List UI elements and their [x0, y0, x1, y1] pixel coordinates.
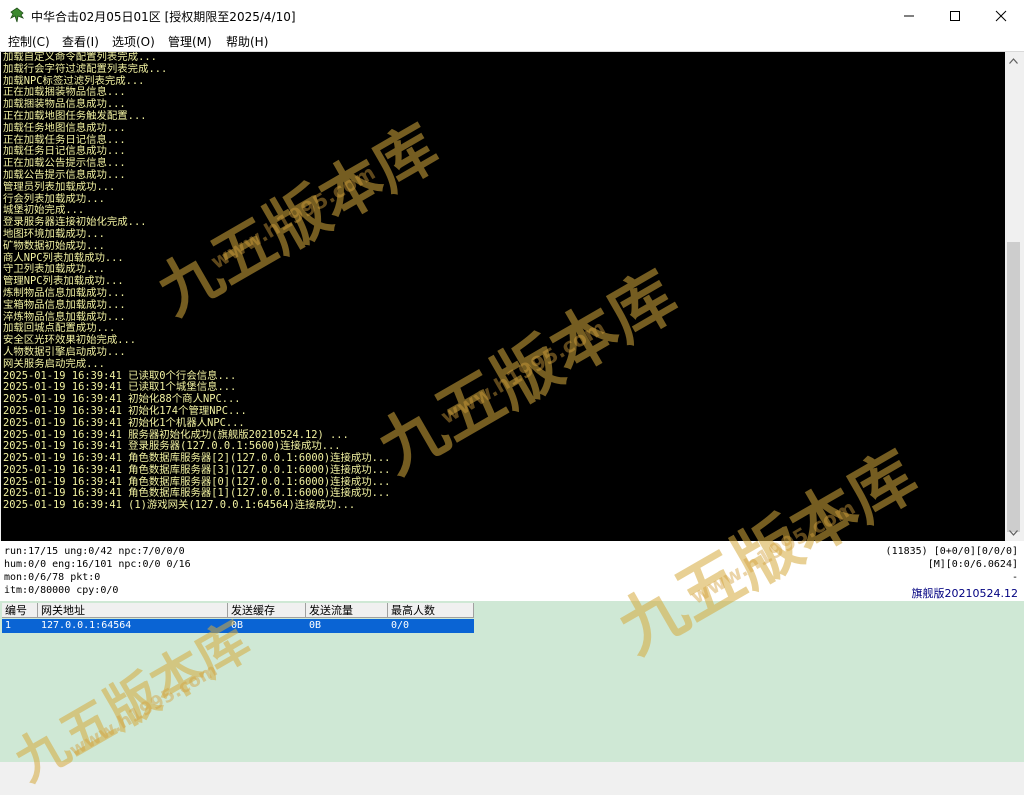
log-line: 城堡初始完成...: [3, 204, 85, 217]
log-line: 加载任务地图信息成功...: [3, 121, 126, 134]
cell-gateway-address: 127.0.0.1:64564: [41, 620, 132, 631]
app-icon: [10, 7, 25, 23]
cell-send-traffic: 0B: [309, 620, 322, 631]
column-header-send-traffic[interactable]: 发送流量: [306, 603, 388, 618]
scroll-thumb[interactable]: [1007, 242, 1020, 532]
menu-view[interactable]: 查看(I): [62, 33, 99, 50]
menu-bar: 控制(C) 查看(I) 选项(O) 管理(M) 帮助(H): [0, 31, 1024, 51]
status-panel: run:17/15 ung:0/42 npc:7/0/0/0 hum:0/0 e…: [0, 541, 1024, 601]
table-header: 编号 网关地址 发送缓存 发送流量 最高人数: [2, 603, 474, 619]
cell-max-users: 0/0: [391, 620, 410, 631]
maximize-icon: [950, 10, 960, 21]
log-line: 登录服务器连接初始化完成...: [3, 216, 147, 229]
log-line: 2025-01-19 16:39:41 角色数据库服务器[3](127.0.0.…: [3, 463, 391, 476]
log-line: 2025-01-19 16:39:41 初始化174个管理NPC...: [3, 404, 247, 417]
status-right-line: -: [1011, 572, 1018, 583]
minimize-button[interactable]: [886, 0, 932, 31]
cell-id: 1: [5, 620, 12, 631]
log-line: 守卫列表加载成功...: [3, 263, 105, 276]
log-line: 淬炼物品信息加载成功...: [3, 310, 126, 323]
column-header-gateway-address[interactable]: 网关地址: [38, 603, 228, 618]
console-scrollbar[interactable]: [1005, 52, 1022, 541]
log-line: 正在加载公告提示信息...: [3, 157, 126, 170]
status-left-line: itm:0/80000 cpy:0/0: [4, 585, 119, 596]
log-line: 地图环境加载成功...: [3, 227, 105, 240]
log-line: 正在加载地图任务触发配置...: [3, 109, 147, 122]
log-line: 管理员列表加载成功...: [3, 180, 116, 193]
log-line: 加载回城点配置成功...: [3, 322, 116, 335]
status-right-line: [M][0:0/6.0624]: [927, 559, 1018, 570]
log-line: 正在加载任务日记信息...: [3, 133, 126, 146]
log-line: 矿物数据初始成功...: [3, 239, 105, 252]
column-header-send-buffer[interactable]: 发送缓存: [228, 603, 306, 618]
close-icon: [995, 10, 1007, 21]
log-line: 炼制物品信息加载成功...: [3, 286, 126, 299]
scroll-up-button[interactable]: [1005, 52, 1022, 69]
log-line: 安全区光环效果初始完成...: [3, 334, 137, 347]
title-bar[interactable]: 中华合击02月05日01区 [授权期限至2025/4/10]: [0, 0, 1024, 31]
log-line: 加载公告提示信息成功...: [3, 168, 126, 181]
menu-manage[interactable]: 管理(M): [168, 33, 212, 50]
chevron-up-icon: [1009, 57, 1018, 64]
log-line: 管理NPC列表加载成功...: [3, 275, 124, 288]
status-left-line: run:17/15 ung:0/42 npc:7/0/0/0: [4, 546, 185, 557]
menu-help[interactable]: 帮助(H): [226, 33, 268, 50]
log-line: 宝箱物品信息加载成功...: [3, 298, 126, 311]
log-line: 正在加载捆装物品信息...: [3, 86, 126, 99]
version-label: 旗舰版20210524.12: [911, 587, 1018, 600]
cell-send-buffer: 0B: [231, 620, 244, 631]
scroll-down-button[interactable]: [1005, 524, 1022, 541]
window-title: 中华合击02月05日01区 [授权期限至2025/4/10]: [31, 10, 296, 24]
log-line: 行会列表加载成功...: [3, 192, 105, 205]
close-button[interactable]: [978, 0, 1024, 31]
minimize-icon: [904, 15, 914, 16]
maximize-button[interactable]: [932, 0, 978, 31]
log-line: 网关服务启动完成...: [3, 357, 105, 370]
log-line: 加载任务日记信息成功...: [3, 145, 126, 158]
log-line: 加载行会字符过滤配置列表完成...: [3, 62, 168, 75]
status-right-line: (11835) [0+0/0][0/0/0]: [885, 546, 1018, 557]
chevron-down-icon: [1009, 529, 1018, 536]
menu-control[interactable]: 控制(C): [8, 33, 50, 50]
log-line: 商人NPC列表加载成功...: [3, 251, 124, 264]
log-console[interactable]: 加载自定义命令配置列表完成... 加载行会字符过滤配置列表完成... 加载NPC标签…: [1, 52, 1005, 541]
column-header-id[interactable]: 编号: [2, 603, 38, 618]
log-line: 2025-01-19 16:39:41 初始化1个机器人NPC...: [3, 416, 245, 429]
log-line: 加载NPC标签过滤列表完成...: [3, 74, 145, 87]
status-left-line: mon:0/6/78 pkt:0: [4, 572, 101, 583]
menu-options[interactable]: 选项(O): [112, 33, 155, 50]
gateway-table-pane[interactable]: 编号 网关地址 发送缓存 发送流量 最高人数 1 127.0.0.1:64564…: [0, 601, 1024, 762]
column-header-max-users[interactable]: 最高人数: [388, 603, 474, 618]
status-left-line: hum:0/0 eng:16/101 npc:0/0 0/16: [4, 559, 191, 570]
log-line: 2025-01-19 16:39:41 (1)游戏网关(127.0.0.1:64…: [3, 499, 356, 512]
table-row[interactable]: 1 127.0.0.1:64564 0B 0B 0/0: [2, 619, 474, 633]
log-line: 人物数据引擎启动成功...: [3, 345, 126, 358]
log-line: 加载捆装物品信息成功...: [3, 98, 126, 111]
